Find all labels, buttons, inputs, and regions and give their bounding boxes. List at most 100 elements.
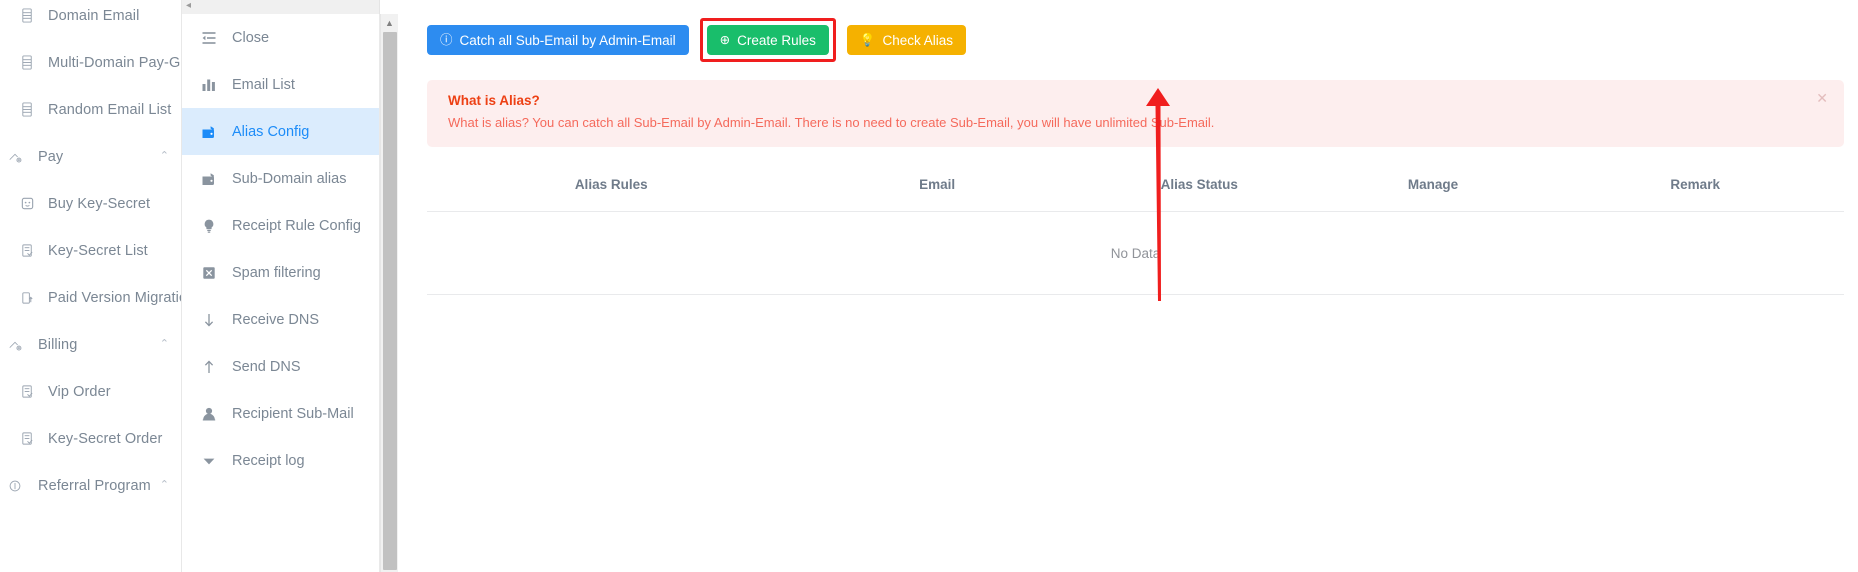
bulb-icon (201, 218, 223, 234)
sidebar-item-label: Receipt Rule Config (232, 217, 361, 234)
table-body: No Data (427, 211, 1844, 295)
primary-sidebar: Domain Email Multi-Domain Pay-Group Rand… (0, 0, 182, 572)
scroll-up-arrow-icon[interactable]: ▲ (381, 14, 398, 31)
pay-icon (2, 150, 28, 164)
collapse-menu-icon (201, 30, 223, 46)
collapse-left-icon[interactable]: ◂ (186, 1, 191, 11)
alias-rules-table: Alias Rules Email Alias Status Manage Re… (427, 156, 1844, 295)
chevron-up-icon: ⌃ (159, 338, 169, 350)
arrow-down-icon (201, 312, 223, 328)
check-alias-label: Check Alias (882, 32, 954, 48)
sidebar-group-pay[interactable]: Pay ⌃ (0, 133, 181, 180)
sidebar-item-recipient-sub-mail[interactable]: Recipient Sub-Mail (182, 390, 379, 437)
sidebar-item-label: Vip Order (48, 383, 111, 400)
table-empty-row: No Data (427, 211, 1844, 295)
catch-all-sub-email-button[interactable]: ⓘ Catch all Sub-Email by Admin-Email (427, 25, 689, 55)
spam-icon (201, 265, 223, 281)
sidebar-group-billing[interactable]: Billing ⌃ (0, 321, 181, 368)
catch-all-sub-email-label: Catch all Sub-Email by Admin-Email (459, 32, 676, 48)
sidebar-item-random-email-list[interactable]: Random Email List (0, 86, 181, 133)
user-icon (201, 406, 223, 422)
create-rules-highlight-box: ⊕ Create Rules (699, 18, 836, 62)
sidebar-item-label: Receive DNS (232, 311, 320, 328)
domain-email-icon (14, 102, 40, 117)
buy-key-secret-icon (14, 196, 40, 211)
sidebar-group-label: Pay (38, 148, 64, 165)
sidebar-item-label: Send DNS (232, 358, 301, 375)
referral-icon (2, 479, 28, 493)
sidebar-item-label: Spam filtering (232, 264, 321, 281)
sidebar-group-label: Referral Program (38, 477, 151, 494)
sidebar-item-label: Key-Secret List (48, 242, 148, 259)
no-data-text: No Data (427, 211, 1844, 295)
secondary-sidebar: ◂ Close Email List Alias Config Sub-Doma… (182, 0, 398, 572)
check-alias-button[interactable]: 💡 Check Alias (846, 25, 967, 55)
bar-chart-icon (201, 77, 223, 93)
sidebar-item-label: Buy Key-Secret (48, 195, 151, 212)
table-header: Alias Rules Email Alias Status Manage Re… (427, 156, 1844, 212)
alert-title: What is Alias? (448, 93, 540, 108)
app-root: Domain Email Multi-Domain Pay-Group Rand… (0, 0, 1858, 572)
secondary-sidebar-topbar: ◂ (182, 0, 380, 14)
sidebar-item-alias-config[interactable]: Alias Config (182, 108, 379, 155)
plus-circle-icon: ⊕ (719, 32, 731, 47)
sidebar-item-receive-dns[interactable]: Receive DNS (182, 296, 379, 343)
bulb-icon: 💡 (859, 32, 876, 47)
column-header-remark[interactable]: Remark (1546, 156, 1844, 212)
sidebar-item-label: Multi-Domain Pay-Group (48, 54, 181, 71)
sidebar-item-close[interactable]: Close (182, 14, 379, 61)
what-is-alias-alert: What is Alias? What is alias? You can ca… (427, 80, 1844, 147)
column-header-manage[interactable]: Manage (1319, 156, 1547, 212)
arrow-up-icon (201, 359, 223, 375)
sidebar-item-label: Alias Config (232, 123, 310, 140)
sidebar-item-domain-email[interactable]: Domain Email (0, 0, 181, 39)
sidebar-item-buy-key-secret[interactable]: Buy Key-Secret (0, 180, 181, 227)
wallet-icon (201, 171, 223, 187)
sidebar-item-label: Email List (232, 76, 295, 93)
sidebar-item-sub-domain-alias[interactable]: Sub-Domain alias (182, 155, 379, 202)
billing-icon (2, 338, 28, 352)
sidebar-item-vip-order[interactable]: Vip Order (0, 368, 181, 415)
wallet-icon (201, 124, 223, 140)
sidebar-item-label: Sub-Domain alias (232, 170, 347, 187)
sidebar-group-referral-program[interactable]: Referral Program ⌃ (0, 462, 181, 509)
column-header-alias-status[interactable]: Alias Status (1078, 156, 1320, 212)
alert-description: What is alias? You can catch all Sub-Ema… (448, 115, 1215, 130)
chevron-up-icon: ⌃ (159, 150, 169, 162)
sidebar-item-key-secret-order[interactable]: Key-Secret Order (0, 415, 181, 462)
chevron-up-icon: ⌃ (159, 479, 169, 491)
info-circle-icon: ⓘ (440, 32, 453, 47)
triangle-down-icon (201, 453, 223, 469)
sidebar-item-label: Receipt log (232, 452, 305, 469)
list-doc-icon (14, 243, 40, 258)
secondary-sidebar-scrollbar[interactable]: ▲ (380, 14, 398, 572)
sidebar-group-label: Billing (38, 336, 78, 353)
sidebar-item-receipt-log[interactable]: Receipt log (182, 437, 379, 484)
create-rules-label: Create Rules (737, 32, 816, 48)
domain-email-icon (14, 8, 40, 23)
list-doc-icon (14, 431, 40, 446)
sidebar-item-label: Domain Email (48, 7, 140, 24)
list-doc-icon (14, 384, 40, 399)
sidebar-item-send-dns[interactable]: Send DNS (182, 343, 379, 390)
sidebar-item-receipt-rule-config[interactable]: Receipt Rule Config (182, 202, 379, 249)
scrollbar-thumb[interactable] (383, 32, 397, 570)
close-icon[interactable]: ✕ (1816, 91, 1828, 105)
sidebar-item-spam-filtering[interactable]: Spam filtering (182, 249, 379, 296)
column-header-email[interactable]: Email (795, 156, 1079, 212)
sidebar-item-label: Paid Version Migration (48, 289, 182, 306)
sidebar-item-multi-domain-pay-group[interactable]: Multi-Domain Pay-Group (0, 39, 181, 86)
secondary-sidebar-list: Close Email List Alias Config Sub-Domain… (182, 14, 380, 572)
sidebar-item-paid-version-migration[interactable]: Paid Version Migration (0, 274, 181, 321)
sidebar-item-label: Recipient Sub-Mail (232, 405, 354, 422)
toolbar: ⓘ Catch all Sub-Email by Admin-Email ⊕ C… (398, 0, 1858, 62)
main-content: ⓘ Catch all Sub-Email by Admin-Email ⊕ C… (398, 0, 1858, 572)
upgrade-icon (14, 290, 40, 305)
create-rules-button[interactable]: ⊕ Create Rules (706, 25, 829, 55)
table-header-row: Alias Rules Email Alias Status Manage Re… (427, 156, 1844, 212)
sidebar-item-email-list[interactable]: Email List (182, 61, 379, 108)
sidebar-item-label: Key-Secret Order (48, 430, 163, 447)
domain-email-icon (14, 55, 40, 70)
column-header-alias-rules[interactable]: Alias Rules (427, 156, 796, 212)
sidebar-item-key-secret-list[interactable]: Key-Secret List (0, 227, 181, 274)
